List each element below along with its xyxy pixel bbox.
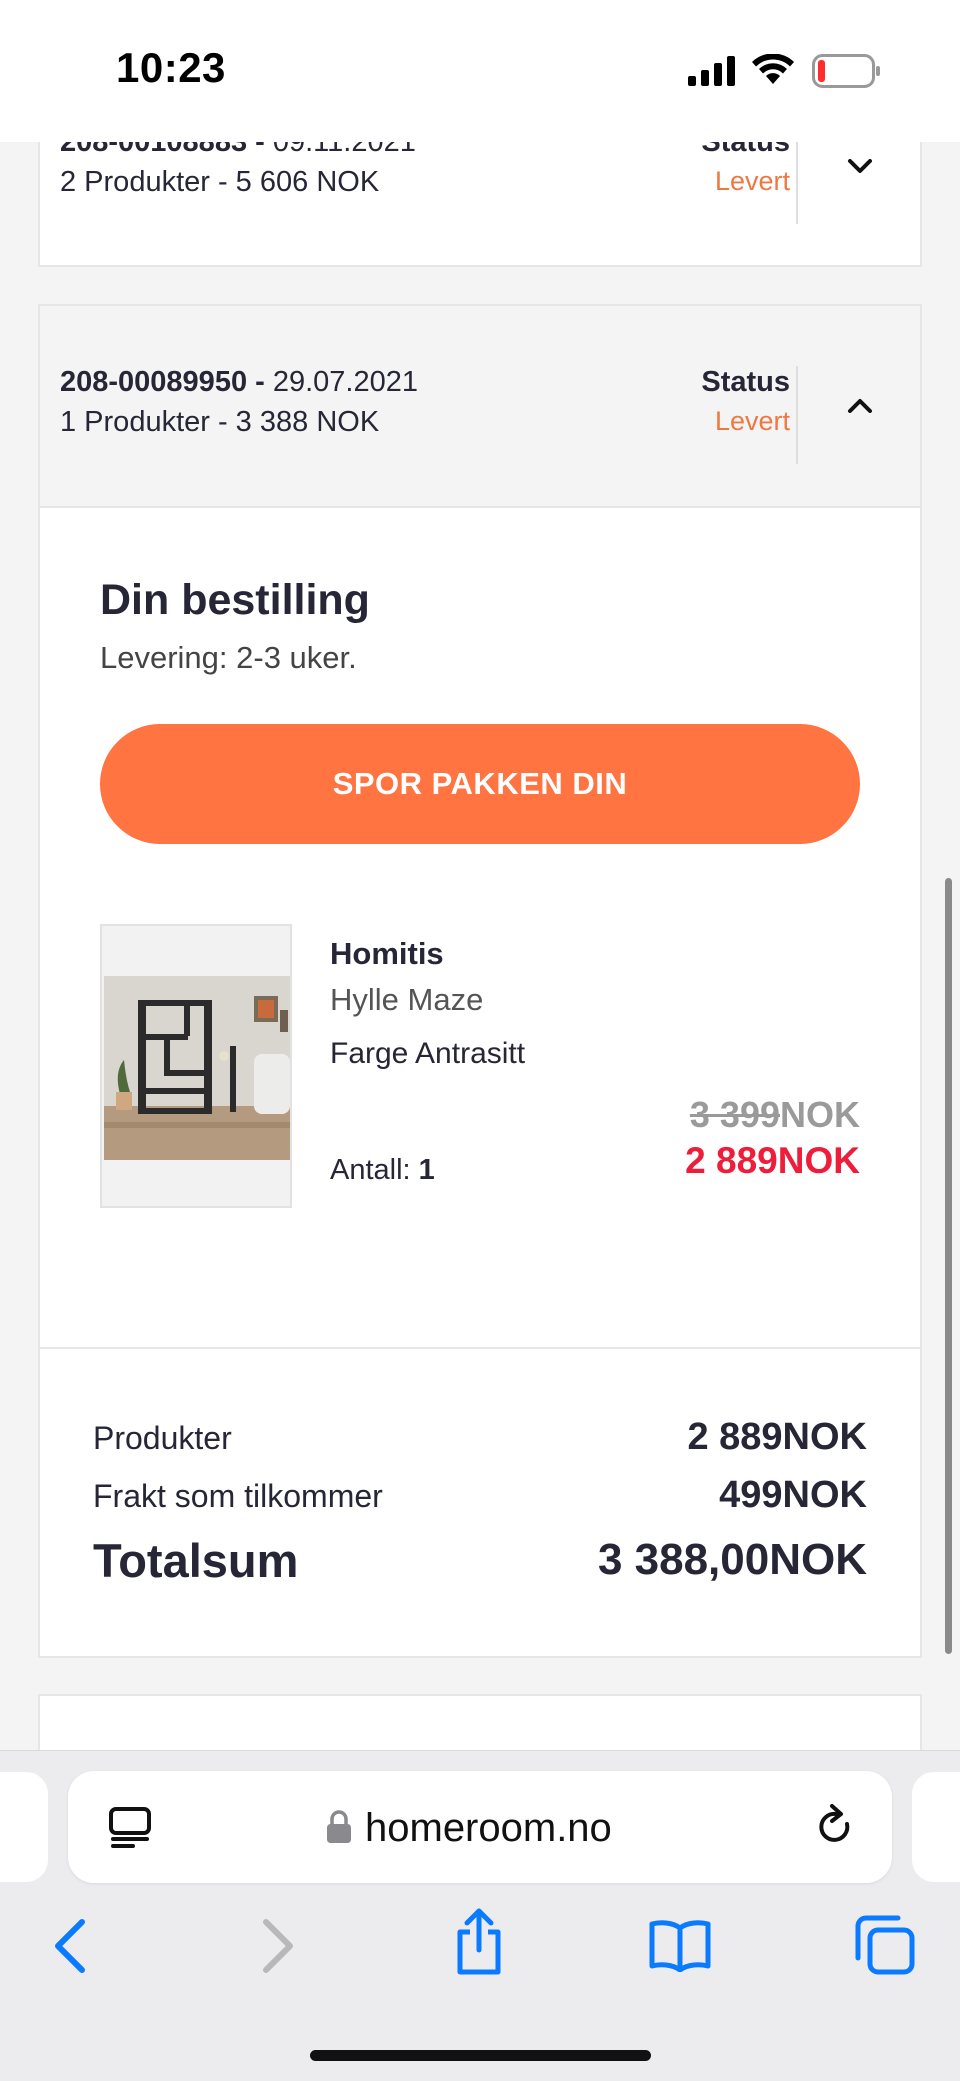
original-price: 3 399NOK — [690, 1094, 860, 1136]
order-summary: 1 Produkter - 3 388 NOK — [60, 406, 380, 438]
previous-tab-pill[interactable] — [0, 1772, 48, 1882]
url-text[interactable]: homeroom.no — [365, 1806, 612, 1851]
forward-icon[interactable] — [260, 1918, 296, 1974]
reader-mode-icon[interactable] — [108, 1806, 152, 1850]
products-subtotal-value: 2 889NOK — [687, 1416, 867, 1459]
divider — [40, 1347, 920, 1349]
quantity-label: Antall: — [330, 1154, 411, 1186]
order-date: 29.07.2021 — [272, 366, 419, 398]
order-number-line: 208-00089950 - 29.07.2021 — [60, 366, 418, 399]
bookmarks-icon[interactable] — [648, 1918, 712, 1972]
total-value: 3 388,00NOK — [598, 1535, 867, 1585]
product-image — [104, 976, 290, 1160]
quantity-value: 1 — [418, 1154, 435, 1186]
product-quantity: Antall: 1 — [330, 1154, 435, 1187]
amount: 2 889 — [687, 1416, 783, 1458]
product-name: Hylle Maze — [330, 982, 484, 1017]
divider — [796, 366, 798, 464]
product-color: Farge Antrasitt — [330, 1037, 526, 1070]
delivery-time: Levering: 2-3 uker. — [100, 640, 357, 675]
status-bar: 10:23 — [0, 0, 960, 142]
order-number: 208-00089950 - — [60, 366, 265, 398]
tabs-icon[interactable] — [854, 1914, 916, 1976]
shipping-label: Frakt som tilkommer — [93, 1478, 383, 1514]
back-icon[interactable] — [52, 1918, 88, 1974]
product-brand: Homitis — [330, 936, 444, 971]
sale-price: 2 889NOK — [685, 1140, 860, 1182]
wifi-icon — [752, 54, 794, 84]
divider — [796, 142, 798, 224]
sale-price-amount: 2 889 — [685, 1140, 778, 1181]
order-detail-title: Din bestilling — [100, 576, 370, 624]
order-summary: 2 Produkter - 5 606 NOK — [60, 166, 380, 198]
order-status-value: Levert — [714, 166, 790, 196]
cellular-signal-icon — [688, 56, 735, 86]
shipping-value: 499NOK — [719, 1474, 867, 1517]
currency: NOK — [782, 1474, 867, 1516]
battery-low-icon — [812, 54, 880, 88]
products-subtotal-label: Produkter — [93, 1420, 232, 1456]
chevron-down-icon[interactable] — [846, 152, 874, 180]
scrollbar[interactable] — [945, 878, 952, 1654]
original-price-amount: 3 399 — [689, 1094, 780, 1135]
product-thumbnail[interactable] — [100, 924, 292, 1208]
order-status-label: Status — [701, 366, 790, 398]
currency: NOK — [769, 1535, 867, 1584]
share-icon[interactable] — [452, 1908, 506, 1976]
status-time: 10:23 — [116, 44, 226, 91]
reload-icon[interactable] — [814, 1804, 858, 1850]
chevron-up-icon[interactable] — [846, 392, 874, 420]
currency: NOK — [777, 1140, 860, 1181]
currency: NOK — [780, 1094, 860, 1135]
order-status-value: Levert — [714, 406, 790, 436]
amount: 3 388,00 — [597, 1535, 770, 1584]
next-tab-pill[interactable] — [912, 1772, 960, 1882]
home-indicator[interactable] — [310, 2050, 651, 2061]
amount: 499 — [719, 1474, 783, 1516]
track-package-button[interactable]: SPOR PAKKEN DIN — [100, 724, 860, 844]
lock-icon — [327, 1810, 351, 1843]
total-label: Totalsum — [93, 1534, 299, 1587]
currency: NOK — [782, 1416, 867, 1458]
